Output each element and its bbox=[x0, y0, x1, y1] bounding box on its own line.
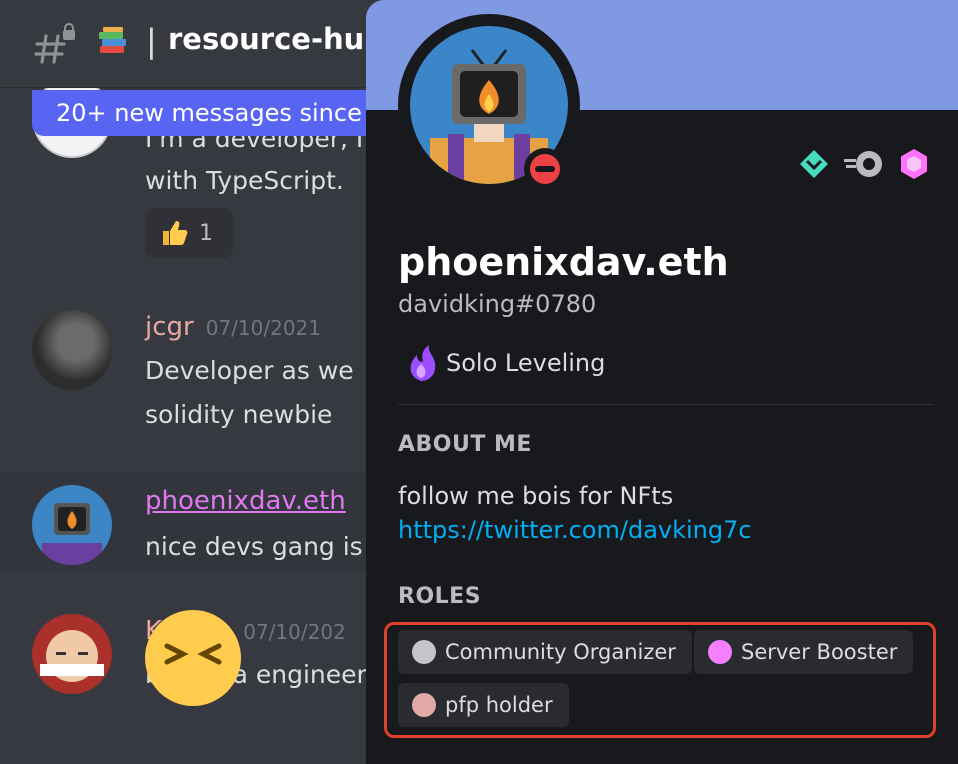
about-me-text: follow me bois for NFts bbox=[398, 482, 674, 510]
message-text: Developer as we bbox=[145, 356, 354, 385]
locked-channel-hash-icon bbox=[34, 23, 75, 64]
about-me-link[interactable]: https://twitter.com/davking7c bbox=[398, 516, 752, 544]
custom-status: Solo Leveling bbox=[404, 344, 605, 382]
custom-status-text: Solo Leveling bbox=[446, 349, 606, 377]
reaction-count: 1 bbox=[199, 220, 213, 246]
message-author[interactable]: jcgr 07/10/2021 bbox=[145, 312, 321, 342]
role-pill-server-booster[interactable]: Server Booster bbox=[694, 630, 914, 674]
purple-flame-icon bbox=[410, 345, 436, 381]
role-name: pfp holder bbox=[445, 693, 553, 717]
do-not-disturb-icon bbox=[530, 154, 560, 184]
profile-badges bbox=[798, 148, 930, 180]
avatar[interactable] bbox=[32, 310, 112, 390]
new-messages-banner[interactable]: 20+ new messages since 0 bbox=[32, 90, 366, 136]
hypesquad-balance-icon[interactable] bbox=[798, 148, 830, 180]
status-indicator bbox=[524, 148, 566, 190]
channel-name: resource-hub bbox=[168, 22, 386, 56]
thumbs-up-icon bbox=[163, 221, 188, 245]
role-pill-community-organizer[interactable]: Community Organizer bbox=[398, 630, 692, 674]
role-name: Server Booster bbox=[741, 640, 898, 664]
role-color-dot[interactable] bbox=[708, 640, 732, 664]
message-text: solidity newbie bbox=[145, 400, 333, 429]
reaction-thumbs-up[interactable]: 1 bbox=[145, 208, 233, 258]
books-emoji-icon bbox=[99, 27, 126, 53]
message-timestamp: 07/10/202 bbox=[243, 620, 346, 644]
avatar[interactable] bbox=[32, 485, 112, 565]
author-name[interactable]: jcgr bbox=[145, 312, 194, 342]
laughing-emoji-icon bbox=[145, 610, 241, 706]
message-timestamp: 07/10/2021 bbox=[205, 316, 321, 340]
author-name[interactable]: phoenixdav.eth bbox=[145, 486, 346, 516]
server-boost-icon[interactable] bbox=[898, 148, 930, 180]
nitro-icon[interactable] bbox=[844, 148, 884, 180]
avatar[interactable] bbox=[32, 614, 112, 694]
roles-heading: ROLES bbox=[398, 584, 482, 609]
profile-display-name: phoenixdav.eth bbox=[398, 240, 729, 284]
role-name: Community Organizer bbox=[445, 640, 676, 664]
title-separator: | bbox=[146, 22, 157, 60]
about-me-heading: ABOUT ME bbox=[398, 432, 532, 457]
message-text: nice devs gang is bbox=[145, 532, 363, 561]
message-text: with TypeScript. bbox=[145, 166, 344, 195]
user-profile-popout[interactable]: phoenixdav.eth davidking#0780 Solo Level… bbox=[366, 0, 958, 764]
profile-username-tag: davidking#0780 bbox=[398, 290, 597, 318]
role-color-dot[interactable] bbox=[412, 693, 436, 717]
section-divider bbox=[398, 404, 934, 405]
role-color-dot[interactable] bbox=[412, 640, 436, 664]
role-pill-pfp-holder[interactable]: pfp holder bbox=[398, 683, 569, 727]
